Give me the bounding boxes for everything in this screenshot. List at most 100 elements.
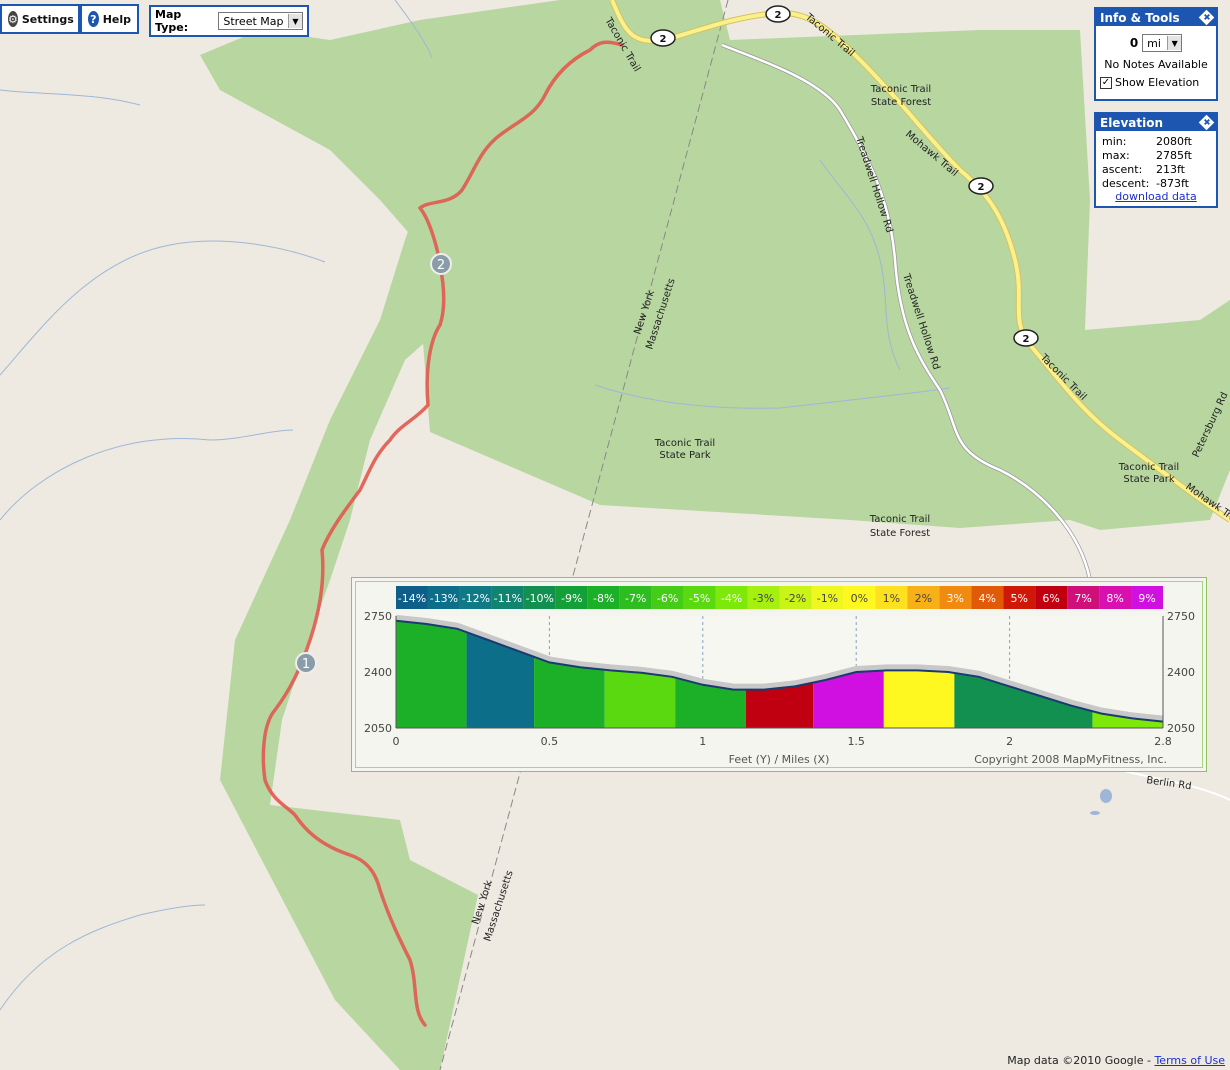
grade-label: -9%: [561, 592, 582, 605]
map-type-control: Map Type: Street Map ▼: [149, 5, 309, 37]
info-tools-header[interactable]: Info & Tools ✚: [1096, 9, 1216, 26]
svg-text:2: 2: [978, 182, 985, 193]
x-tick-label: 2: [1006, 735, 1013, 748]
show-elevation-checkbox[interactable]: ✓: [1100, 76, 1112, 89]
route-shield: 2: [1013, 329, 1039, 347]
help-icon: ?: [88, 11, 99, 27]
stream: [0, 904, 206, 1011]
show-elevation-label: Show Elevation: [1115, 76, 1200, 89]
y-tick-label: 2050: [364, 722, 392, 735]
berlin-road-label: Berlin Rd: [1146, 775, 1193, 792]
download-data-link[interactable]: download data: [1115, 190, 1196, 203]
distance-row: 0 mi ▼: [1096, 34, 1216, 52]
info-tools-panel: Info & Tools ✚ 0 mi ▼ No Notes Available…: [1094, 7, 1218, 101]
y-tick-label: 2750: [364, 610, 392, 623]
elevation-panel: Elevation ✚ min: 2080ft max: 2785ft ascent…: [1094, 112, 1218, 208]
elevation-chart[interactable]: -14% -13% -12% -11% -10% -9% -8% -7% -6% -5% -4% -3…: [351, 577, 1207, 772]
stream: [0, 89, 141, 106]
map-type-label: Map Type:: [155, 8, 189, 34]
y-tick-label: 2400: [1167, 666, 1195, 679]
grade-label: 3%: [947, 592, 964, 605]
notes-text: No Notes Available: [1104, 58, 1208, 71]
svg-text:2: 2: [660, 34, 667, 45]
grade-label: 2%: [915, 592, 932, 605]
stat-key: max:: [1102, 148, 1130, 162]
elevation-row: min: 2080ft: [1096, 134, 1216, 148]
help-button[interactable]: ? Help: [80, 4, 139, 34]
svg-text:2: 2: [775, 10, 782, 21]
x-tick-label: 1: [699, 735, 706, 748]
grade-label: -5%: [689, 592, 710, 605]
stat-value: 2785ft: [1156, 148, 1192, 162]
x-tick-label: 2.8: [1154, 735, 1172, 748]
profile-segment: [396, 620, 467, 728]
chevron-down-icon: ▼: [288, 14, 302, 28]
park-label: State Park: [1123, 474, 1174, 485]
unit-select[interactable]: mi ▼: [1142, 34, 1183, 52]
elevation-stats: min: 2080ft max: 2785ft ascent: 213ft desce…: [1096, 134, 1216, 190]
x-axis-label: Feet (Y) / Miles (X): [729, 753, 830, 766]
grade-label: -2%: [785, 592, 806, 605]
help-label: Help: [102, 12, 131, 26]
stream: [0, 240, 326, 376]
info-tools-title: Info & Tools: [1100, 10, 1180, 25]
x-tick-label: 0.5: [541, 735, 559, 748]
elevation-row: max: 2785ft: [1096, 148, 1216, 162]
grade-label: -1%: [817, 592, 838, 605]
route-shield: 2: [650, 29, 676, 47]
settings-label: Settings: [21, 12, 74, 26]
route-shield: 2: [765, 5, 791, 23]
grade-label: 0%: [851, 592, 868, 605]
grade-label: -7%: [625, 592, 646, 605]
grade-label: -6%: [657, 592, 678, 605]
grade-label: -13%: [430, 592, 458, 605]
stat-key: min:: [1102, 134, 1127, 148]
attribution-text: Map data ©2010 Google -: [1007, 1054, 1155, 1067]
y-tick-label: 2050: [1167, 722, 1195, 735]
x-tick-label: 1.5: [847, 735, 865, 748]
stream: [0, 429, 294, 521]
forest-label: State Forest: [871, 97, 931, 108]
settings-button[interactable]: ⚙ Settings: [0, 4, 80, 34]
stat-value: 213ft: [1156, 162, 1185, 176]
forest-label: Taconic Trail: [869, 514, 930, 525]
map-canvas[interactable]: 2 2 2 2 2 1 Taconic Trail Taconic Trail …: [0, 0, 1230, 1070]
park-label: State Park: [659, 450, 710, 461]
gear-icon: ⚙: [8, 11, 18, 27]
show-elevation-row[interactable]: ✓ Show Elevation: [1096, 76, 1216, 89]
terms-of-use-link[interactable]: Terms of Use: [1154, 1054, 1225, 1067]
grade-label: 1%: [883, 592, 900, 605]
grade-label: -3%: [753, 592, 774, 605]
chart-copyright: Copyright 2008 MapMyFitness, Inc.: [974, 753, 1167, 766]
grade-label: -11%: [494, 592, 522, 605]
svg-text:2: 2: [437, 258, 445, 273]
stat-value: 2080ft: [1156, 134, 1192, 148]
route-shield: 2: [968, 177, 994, 195]
map-type-value: Street Map: [223, 14, 284, 28]
grade-label: -14%: [398, 592, 426, 605]
mile-marker-2[interactable]: 2: [430, 253, 452, 275]
collapse-icon[interactable]: ✚: [1198, 9, 1215, 26]
elevation-row: descent: -873ft: [1096, 176, 1216, 190]
download-row: download data: [1096, 190, 1216, 203]
pond: [1090, 811, 1100, 815]
collapse-icon[interactable]: ✚: [1198, 114, 1215, 131]
park-label: Taconic Trail: [1118, 462, 1179, 473]
grade-label: 7%: [1074, 592, 1091, 605]
y-tick-label: 2750: [1167, 610, 1195, 623]
chevron-down-icon: ▼: [1167, 36, 1182, 50]
map-type-select[interactable]: Street Map ▼: [218, 12, 303, 30]
grade-label: 6%: [1042, 592, 1059, 605]
grade-label: 9%: [1138, 592, 1155, 605]
elevation-row: ascent: 213ft: [1096, 162, 1216, 176]
elevation-title: Elevation: [1100, 115, 1164, 130]
svg-text:1: 1: [302, 657, 310, 672]
elevation-header[interactable]: Elevation ✚: [1096, 114, 1216, 131]
grade-label: -4%: [721, 592, 742, 605]
distance-value: 0: [1129, 36, 1139, 50]
forest-label: Taconic Trail: [870, 84, 931, 95]
grade-label: -12%: [462, 592, 490, 605]
pond: [1100, 789, 1112, 803]
stat-key: ascent:: [1102, 162, 1143, 176]
mile-marker-1[interactable]: 1: [295, 652, 317, 674]
